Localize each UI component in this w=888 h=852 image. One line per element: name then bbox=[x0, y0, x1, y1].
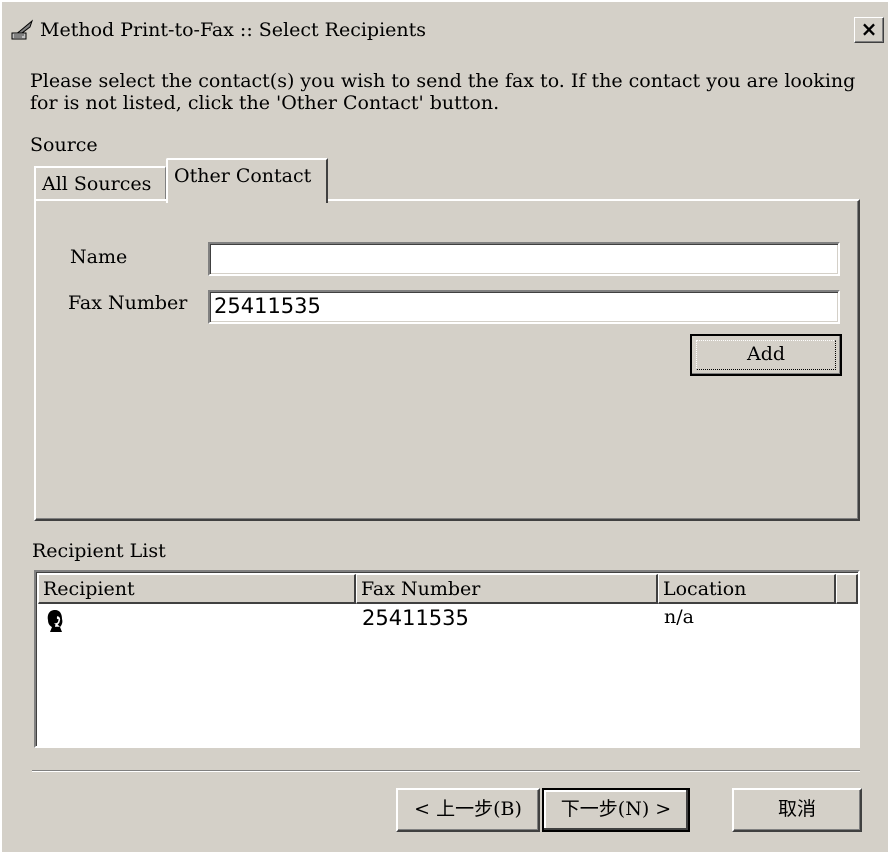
fax-number-cell: 25411535 bbox=[362, 606, 469, 630]
add-button[interactable]: Add bbox=[690, 334, 842, 376]
dialog-window: Method Print-to-Fax :: Select Recipients… bbox=[0, 0, 888, 852]
name-label: Name bbox=[70, 246, 128, 268]
add-button-label: Add bbox=[696, 340, 836, 370]
fax-number-input[interactable]: 25411535 bbox=[208, 290, 840, 324]
tab-other-contact[interactable]: Other Contact bbox=[166, 158, 328, 203]
title-bar: Method Print-to-Fax :: Select Recipients… bbox=[2, 12, 888, 46]
recipient-list[interactable]: Recipient Fax Number Location 25411535 n… bbox=[34, 570, 860, 748]
footer-separator bbox=[32, 770, 860, 772]
name-input[interactable] bbox=[208, 242, 840, 276]
close-button[interactable]: × bbox=[854, 17, 884, 43]
recipient-list-label: Recipient List bbox=[32, 540, 166, 562]
person-icon bbox=[47, 610, 63, 632]
back-button[interactable]: < 上一步(B) bbox=[396, 788, 540, 832]
column-header-recipient[interactable]: Recipient bbox=[38, 574, 356, 604]
column-header-location[interactable]: Location bbox=[658, 574, 836, 604]
tab-all-sources[interactable]: All Sources bbox=[34, 166, 166, 200]
column-header-blank[interactable] bbox=[836, 574, 858, 604]
next-button[interactable]: 下一步(N) > bbox=[542, 788, 690, 832]
close-icon: × bbox=[860, 17, 878, 41]
fax-number-label: Fax Number bbox=[68, 292, 188, 314]
cancel-button[interactable]: 取消 bbox=[732, 788, 862, 832]
column-header-fax-number[interactable]: Fax Number bbox=[356, 574, 658, 604]
fax-quill-icon bbox=[11, 19, 34, 40]
window-title: Method Print-to-Fax :: Select Recipients bbox=[40, 19, 427, 41]
location-cell: n/a bbox=[664, 606, 694, 628]
source-label: Source bbox=[30, 134, 98, 156]
instruction-text: Please select the contact(s) you wish to… bbox=[30, 70, 856, 114]
